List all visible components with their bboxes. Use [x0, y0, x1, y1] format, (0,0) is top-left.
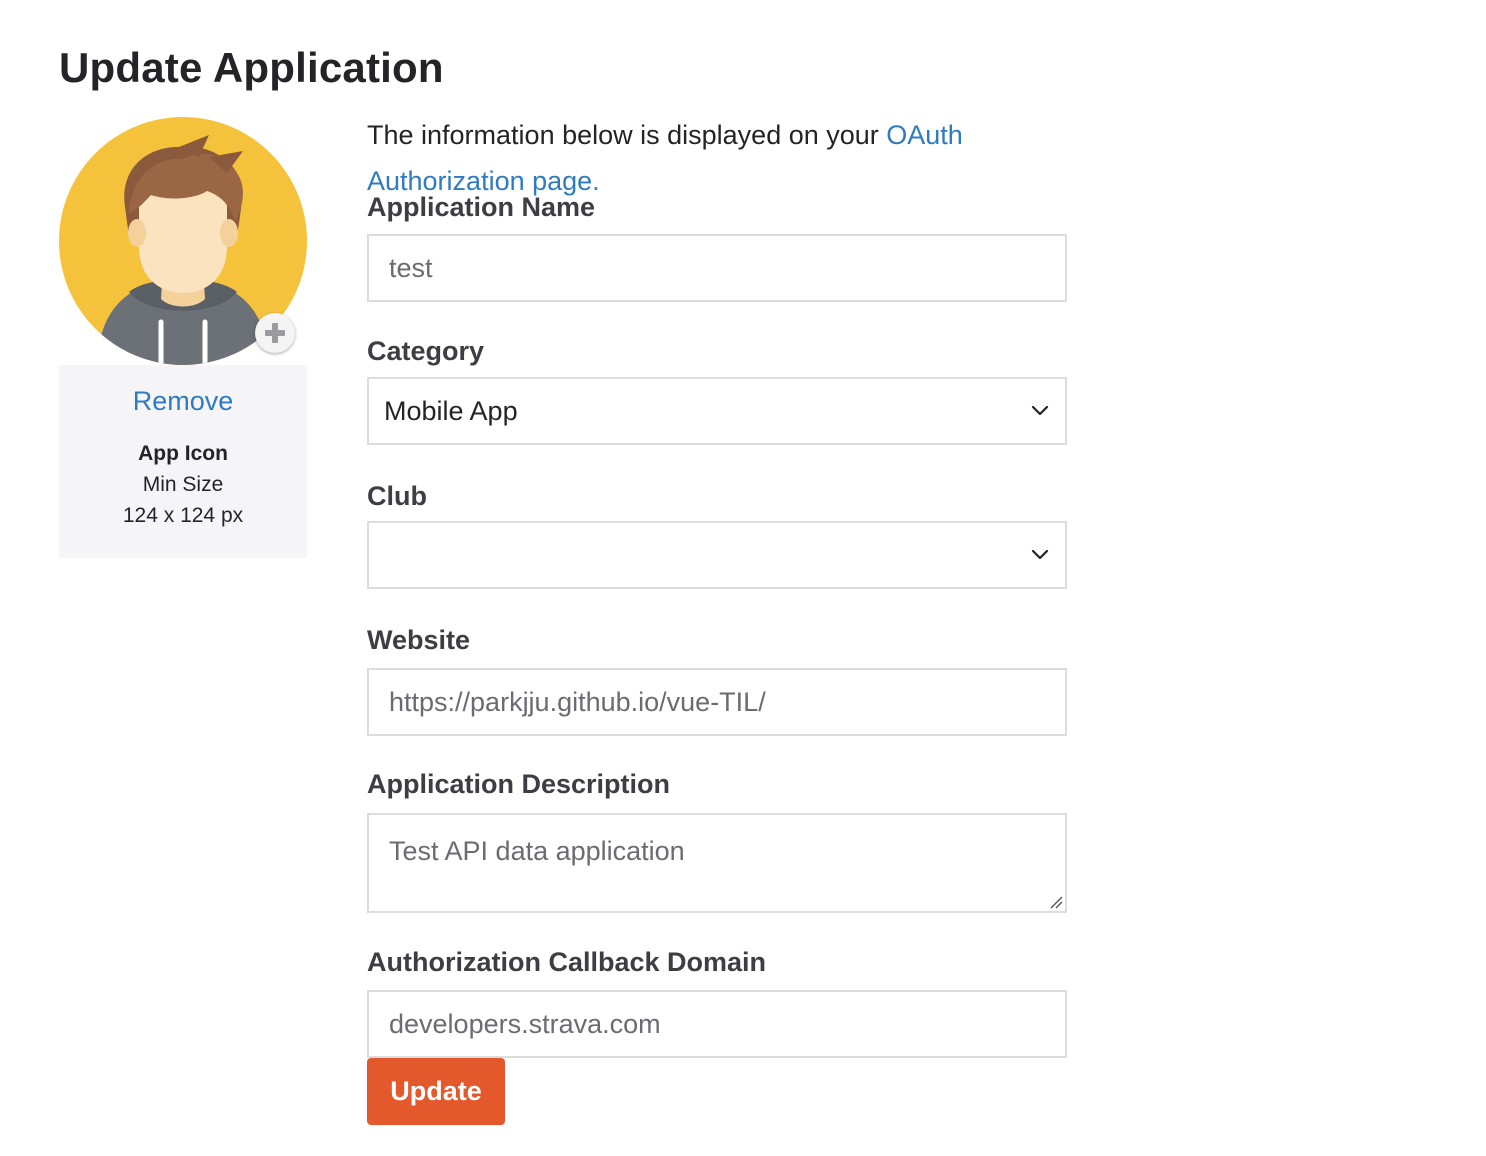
category-selected-value: Mobile App [384, 395, 518, 426]
website-value: https://parkjju.github.io/vue-TIL/ [389, 686, 766, 717]
callback-domain-input[interactable]: developers.strava.com [367, 990, 1067, 1058]
page-title: Update Application [59, 44, 444, 91]
website-input[interactable]: https://parkjju.github.io/vue-TIL/ [367, 668, 1067, 736]
application-description-value: Test API data application [389, 836, 685, 866]
club-label: Club [367, 481, 427, 511]
plus-icon [265, 323, 285, 343]
application-name-label: Application Name [367, 192, 596, 222]
club-select[interactable] [367, 521, 1067, 589]
app-icon-label: App Icon [138, 442, 228, 465]
callback-domain-value: developers.strava.com [389, 1008, 661, 1039]
category-select[interactable]: Mobile App [367, 377, 1067, 445]
app-icon-meta: Remove App Icon Min Size 124 x 124 px [59, 365, 307, 558]
application-name-input[interactable]: test [367, 234, 1067, 302]
app-icon-uploader[interactable] [59, 117, 307, 365]
intro-text-body: The information below is displayed on yo… [367, 120, 887, 150]
add-icon[interactable] [255, 313, 295, 353]
chevron-down-icon [1031, 549, 1049, 560]
min-size-label: Min Size [142, 473, 224, 496]
update-button[interactable]: Update [367, 1058, 505, 1125]
chevron-down-icon [1031, 405, 1049, 416]
website-label: Website [367, 625, 471, 655]
update-application-page: Update Application Remove App Icon Min S… [0, 0, 1486, 1156]
application-description-label: Application Description [367, 769, 671, 799]
application-form: The information below is displayed on yo… [367, 112, 1067, 1125]
app-icon-panel: Remove App Icon Min Size 124 x 124 px [59, 117, 307, 558]
application-name-value: test [389, 252, 433, 283]
resize-grip-icon[interactable] [1049, 895, 1063, 909]
callback-domain-label: Authorization Callback Domain [367, 947, 767, 977]
remove-icon-link[interactable]: Remove [133, 383, 234, 419]
application-description-textarea[interactable]: Test API data application [367, 813, 1067, 913]
category-label: Category [367, 336, 485, 366]
min-size-value: 124 x 124 px [122, 504, 244, 527]
